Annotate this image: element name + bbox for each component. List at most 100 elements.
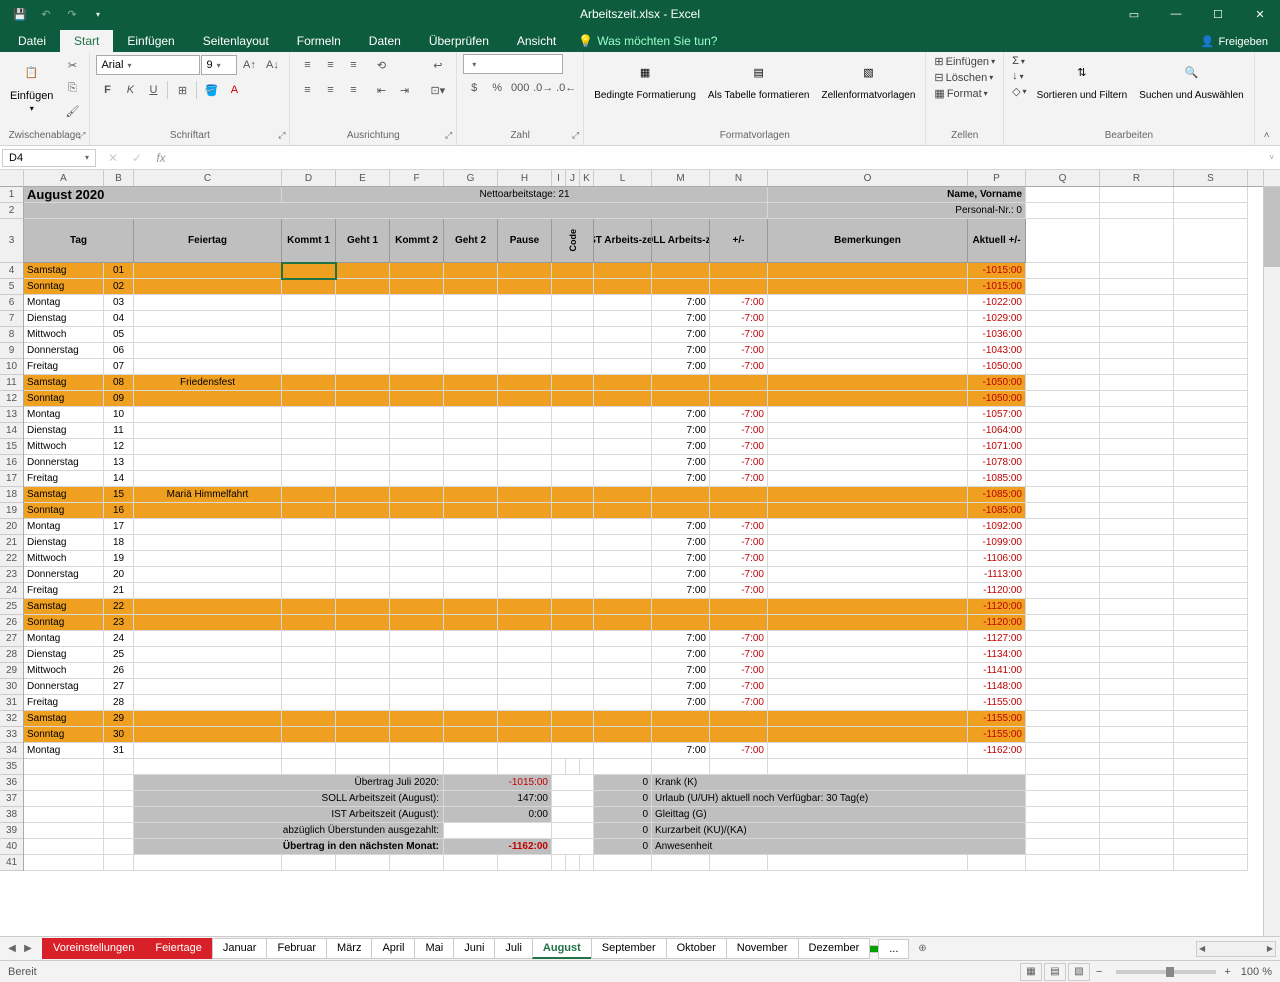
cell[interactable] xyxy=(390,711,444,727)
cell[interactable] xyxy=(282,327,336,343)
cell[interactable]: Mittwoch xyxy=(24,551,104,567)
cell[interactable]: 20 xyxy=(104,567,134,583)
sheet-tab-mai[interactable]: Mai xyxy=(414,938,454,959)
row-header-24[interactable]: 24 xyxy=(0,583,23,599)
cell[interactable] xyxy=(1174,679,1248,695)
cell[interactable] xyxy=(1026,295,1100,311)
cell[interactable] xyxy=(768,647,968,663)
row-header-25[interactable]: 25 xyxy=(0,599,23,615)
cell[interactable] xyxy=(498,279,552,295)
cell[interactable] xyxy=(1174,203,1248,219)
cell[interactable] xyxy=(1100,759,1174,775)
row-header-34[interactable]: 34 xyxy=(0,743,23,759)
cell[interactable] xyxy=(594,551,652,567)
cell[interactable] xyxy=(24,855,104,871)
cell[interactable] xyxy=(336,439,390,455)
cell[interactable] xyxy=(444,455,498,471)
cell[interactable] xyxy=(1026,219,1100,263)
page-layout-view-icon[interactable]: ▤ xyxy=(1044,963,1066,981)
cell[interactable] xyxy=(594,519,652,535)
cell[interactable] xyxy=(1100,455,1174,471)
cell[interactable] xyxy=(1100,823,1174,839)
cell[interactable]: Geht 1 xyxy=(336,219,390,263)
cell[interactable]: Samstag xyxy=(24,263,104,279)
cell[interactable]: Übertrag Juli 2020: xyxy=(134,775,444,791)
cell[interactable] xyxy=(336,263,390,279)
cell[interactable] xyxy=(336,391,390,407)
cell[interactable] xyxy=(1026,647,1100,663)
expand-formula-bar-icon[interactable]: ˅ xyxy=(1263,153,1280,162)
cell[interactable] xyxy=(552,407,594,423)
ribbon-tab-ansicht[interactable]: Ansicht xyxy=(503,30,570,52)
cell[interactable] xyxy=(1026,695,1100,711)
cell[interactable] xyxy=(282,439,336,455)
cell[interactable] xyxy=(1100,695,1174,711)
row-header-1[interactable]: 1 xyxy=(0,187,23,203)
cell[interactable] xyxy=(336,647,390,663)
cell[interactable] xyxy=(1100,327,1174,343)
row-header-8[interactable]: 8 xyxy=(0,327,23,343)
cell[interactable]: 02 xyxy=(104,279,134,295)
horizontal-scrollbar[interactable]: ◀▶ xyxy=(1196,941,1276,957)
cell[interactable] xyxy=(580,759,594,775)
cell[interactable] xyxy=(1100,343,1174,359)
cell[interactable] xyxy=(710,727,768,743)
cell[interactable] xyxy=(498,631,552,647)
cell[interactable] xyxy=(498,679,552,695)
cell[interactable]: -7:00 xyxy=(710,743,768,759)
cell[interactable] xyxy=(390,375,444,391)
cell[interactable]: Anwesenheit xyxy=(652,839,1026,855)
cell[interactable] xyxy=(594,455,652,471)
cell[interactable] xyxy=(24,759,104,775)
cell[interactable]: -1155:00 xyxy=(968,711,1026,727)
cell[interactable] xyxy=(1026,359,1100,375)
cell[interactable] xyxy=(1100,407,1174,423)
col-header-B[interactable]: B xyxy=(104,170,134,186)
cell[interactable] xyxy=(444,423,498,439)
cell[interactable]: 7:00 xyxy=(652,359,710,375)
cell[interactable] xyxy=(24,839,104,855)
cell[interactable] xyxy=(336,295,390,311)
cell[interactable] xyxy=(24,791,104,807)
cell[interactable]: 0 xyxy=(594,791,652,807)
cell[interactable] xyxy=(444,823,552,839)
row-header-40[interactable]: 40 xyxy=(0,839,23,855)
cell[interactable] xyxy=(1100,375,1174,391)
cell[interactable] xyxy=(336,615,390,631)
cell[interactable]: Dienstag xyxy=(24,311,104,327)
cell[interactable]: -1043:00 xyxy=(968,343,1026,359)
cell[interactable] xyxy=(1100,519,1174,535)
cell[interactable] xyxy=(552,711,594,727)
cell[interactable] xyxy=(282,503,336,519)
cell[interactable]: 7:00 xyxy=(652,663,710,679)
cell[interactable] xyxy=(444,279,498,295)
cell[interactable]: -1085:00 xyxy=(968,503,1026,519)
cell[interactable]: 15 xyxy=(104,487,134,503)
cell[interactable]: Pause xyxy=(498,219,552,263)
cell[interactable]: Mittwoch xyxy=(24,663,104,679)
cell-styles-button[interactable]: ▧ Zellenformatvorlagen xyxy=(817,54,919,103)
cell[interactable] xyxy=(390,567,444,583)
cell[interactable]: Mittwoch xyxy=(24,439,104,455)
cell[interactable] xyxy=(594,263,652,279)
cell[interactable] xyxy=(390,599,444,615)
cell[interactable]: Sonntag xyxy=(24,503,104,519)
cell[interactable] xyxy=(24,823,104,839)
cell[interactable]: Sonntag xyxy=(24,615,104,631)
cell[interactable] xyxy=(552,807,594,823)
cell[interactable] xyxy=(594,311,652,327)
cell[interactable] xyxy=(444,359,498,375)
cell[interactable] xyxy=(1174,647,1248,663)
cell[interactable] xyxy=(552,695,594,711)
cell[interactable] xyxy=(336,743,390,759)
cell[interactable]: -1106:00 xyxy=(968,551,1026,567)
cell[interactable]: -1120:00 xyxy=(968,599,1026,615)
cell[interactable] xyxy=(336,631,390,647)
autosum-button[interactable]: Σ▾ xyxy=(1010,54,1028,68)
cell[interactable] xyxy=(336,327,390,343)
ribbon-options-icon[interactable]: ▭ xyxy=(1114,0,1154,28)
cell[interactable]: -7:00 xyxy=(710,519,768,535)
cell[interactable] xyxy=(498,407,552,423)
cell[interactable] xyxy=(1026,263,1100,279)
col-header-F[interactable]: F xyxy=(390,170,444,186)
